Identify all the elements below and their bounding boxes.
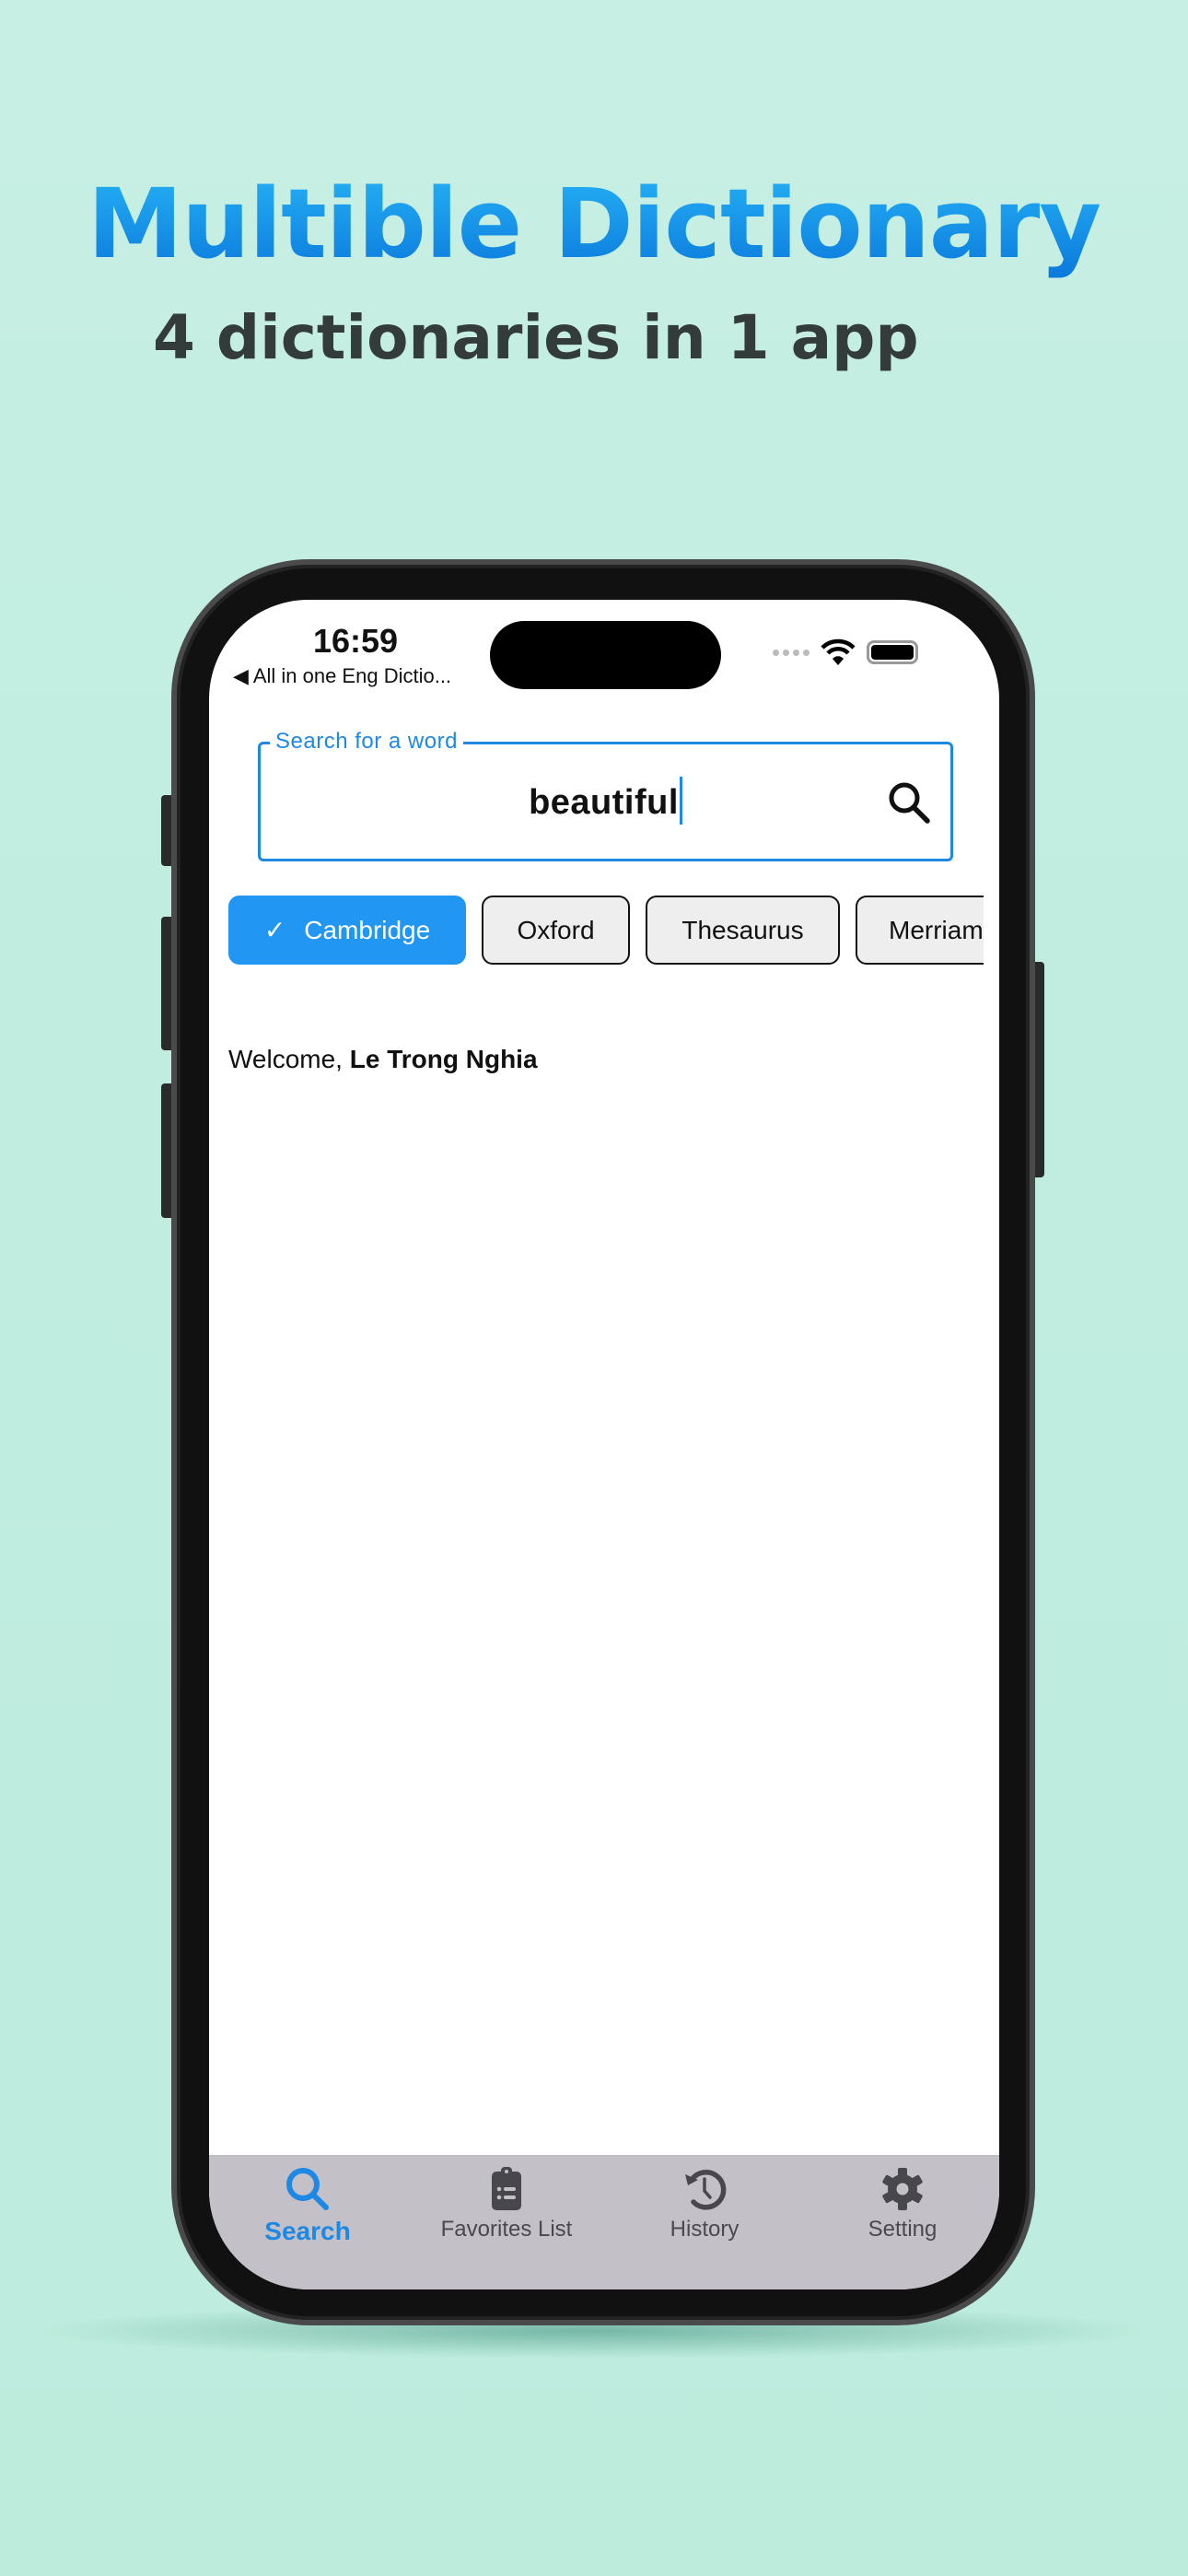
status-time: 16:59 bbox=[313, 622, 399, 660]
chip-merriam[interactable]: Merriam bbox=[856, 896, 984, 965]
chip-label: Cambridge bbox=[304, 915, 431, 944]
tab-label: Setting bbox=[868, 2217, 938, 2242]
clipboard-list-icon bbox=[492, 2167, 521, 2210]
search-field[interactable]: Search for a word beautiful bbox=[258, 729, 953, 861]
welcome-message: Welcome, Le Trong Nghia bbox=[228, 1045, 538, 1074]
hero-subtitle: 4 dictionaries in 1 app bbox=[153, 302, 919, 373]
tab-search[interactable]: Search bbox=[209, 2156, 406, 2257]
check-icon: ✓ bbox=[263, 916, 286, 944]
search-icon[interactable] bbox=[886, 779, 932, 825]
gear-icon bbox=[882, 2168, 923, 2210]
chip-label: Merriam bbox=[889, 915, 984, 944]
tab-setting[interactable]: Setting bbox=[804, 2156, 999, 2257]
back-to-app-link[interactable]: ◀ All in one Eng Dictio... bbox=[233, 664, 451, 688]
hero-title: Multible Dictionary bbox=[0, 168, 1188, 280]
search-field-label: Search for a word bbox=[270, 729, 463, 755]
chip-label: Oxford bbox=[517, 915, 595, 944]
wifi-icon bbox=[821, 638, 856, 665]
chip-cambridge[interactable]: ✓ Cambridge bbox=[228, 896, 466, 965]
tab-history[interactable]: History bbox=[606, 2156, 803, 2257]
text-caret bbox=[679, 776, 682, 825]
tab-favorites-list[interactable]: Favorites List bbox=[408, 2156, 605, 2257]
tab-label: Search bbox=[264, 2217, 351, 2245]
chip-thesaurus[interactable]: Thesaurus bbox=[646, 896, 840, 965]
chip-label: Thesaurus bbox=[681, 915, 804, 944]
user-name: Le Trong Nghia bbox=[349, 1045, 538, 1073]
status-icons bbox=[773, 638, 918, 666]
bottom-tab-bar: Search Favorites List History Setting bbox=[209, 2155, 999, 2289]
dictionary-chips: ✓ Cambridge Oxford Thesaurus Merriam bbox=[228, 896, 984, 966]
welcome-prefix: Welcome, bbox=[228, 1045, 350, 1073]
search-input[interactable]: beautiful bbox=[529, 783, 679, 822]
dynamic-island bbox=[490, 621, 721, 689]
search-icon bbox=[286, 2168, 329, 2210]
cellular-signal-icon bbox=[773, 649, 809, 656]
history-icon bbox=[685, 2170, 727, 2210]
chip-oxford[interactable]: Oxford bbox=[482, 896, 630, 965]
tab-label: Favorites List bbox=[440, 2217, 573, 2242]
phone-screen: 16:59 ◀ All in one Eng Dictio... Search … bbox=[209, 600, 999, 2289]
battery-icon bbox=[867, 640, 918, 664]
tab-label: History bbox=[670, 2217, 740, 2242]
